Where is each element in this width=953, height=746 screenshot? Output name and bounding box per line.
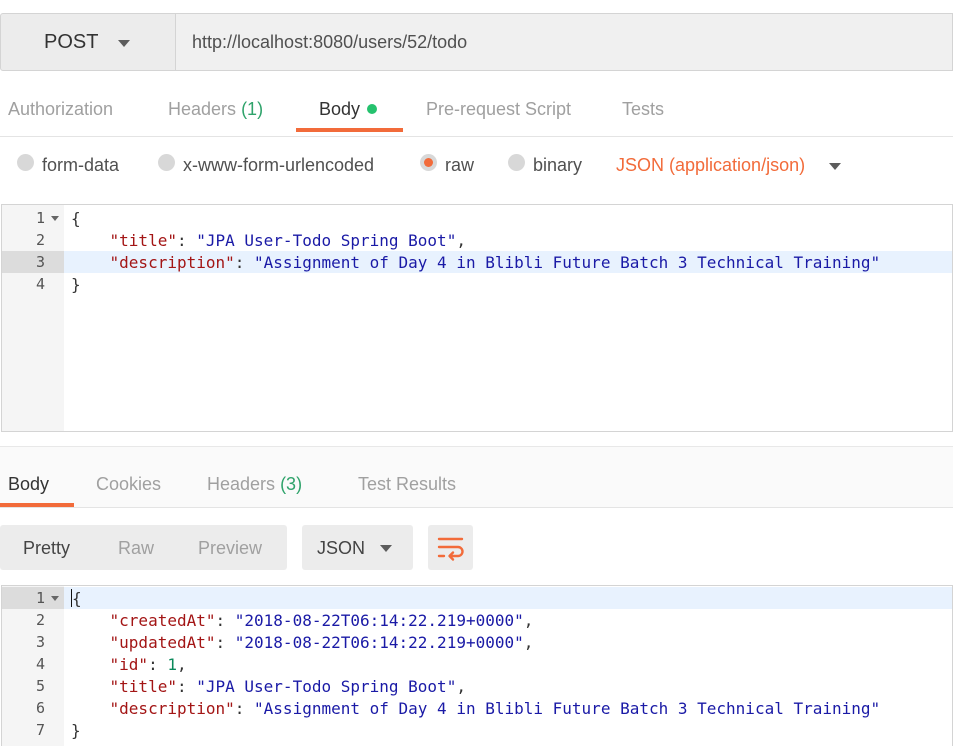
fold-arrow-icon[interactable] [51, 216, 59, 221]
url-input[interactable]: http://localhost:8080/users/52/todo [176, 13, 953, 71]
method-select[interactable]: POST [0, 13, 176, 71]
line-number: 6 [35, 699, 45, 717]
tab-test-results[interactable]: Test Results [358, 474, 456, 495]
code-text: "createdAt": "2018-08-22T06:14:22.219+00… [109, 611, 534, 630]
pretty-button[interactable]: Pretty [23, 538, 70, 559]
code-text: "description": "Assignment of Day 4 in B… [109, 253, 881, 272]
code-line: 5 "title": "JPA User-Todo Spring Boot", [2, 675, 952, 697]
tab-response-body[interactable]: Body [8, 474, 49, 495]
code-line: 2 "createdAt": "2018-08-22T06:14:22.219+… [2, 609, 952, 631]
code-text: { [71, 209, 81, 228]
tab-response-headers[interactable]: Headers (3) [207, 474, 302, 495]
tab-headers-count: (1) [241, 99, 264, 119]
code-line-active: 1 { [2, 587, 952, 609]
code-line: 4 "id": 1, [2, 653, 952, 675]
code-line: 2 "title": "JPA User-Todo Spring Boot", [2, 229, 952, 251]
radio-raw-label[interactable]: raw [445, 155, 474, 176]
wrap-lines-icon [437, 537, 464, 561]
chevron-down-icon [380, 545, 392, 552]
code-line: 4 } [2, 273, 952, 295]
radio-binary[interactable] [508, 154, 525, 171]
radio-form-data-label[interactable]: form-data [42, 155, 119, 176]
line-number: 2 [35, 231, 45, 249]
wrap-lines-button[interactable] [428, 525, 473, 570]
code-line-active: 3 "description": "Assignment of Day 4 in… [2, 251, 952, 273]
code-text: } [71, 275, 81, 294]
request-body-editor[interactable]: 1 { 2 "title": "JPA User-Todo Spring Boo… [1, 204, 953, 432]
code-text: "description": "Assignment of Day 4 in B… [109, 699, 881, 718]
line-number: 3 [35, 633, 45, 651]
tab-response-headers-count: (3) [280, 474, 303, 494]
code-text: "title": "JPA User-Todo Spring Boot", [109, 677, 466, 696]
response-tabbar: Body Cookies Headers (3) Test Results [0, 446, 953, 508]
code-line: 6 "description": "Assignment of Day 4 in… [2, 697, 952, 719]
active-tab-indicator [0, 503, 74, 507]
tab-body-label: Body [319, 99, 361, 119]
fold-arrow-icon[interactable] [51, 596, 59, 601]
request-tabbar: Authorization Headers (1) Body Pre-reque… [0, 84, 953, 137]
tab-response-headers-label: Headers [207, 474, 276, 494]
format-label: JSON [317, 538, 366, 558]
radio-urlencoded-label[interactable]: x-www-form-urlencoded [183, 155, 374, 176]
radio-binary-label[interactable]: binary [533, 155, 582, 176]
modified-dot-icon [367, 104, 378, 114]
code-line: 1 { [2, 207, 952, 229]
method-label: POST [44, 31, 99, 53]
radio-urlencoded[interactable] [158, 154, 175, 171]
tab-headers-label: Headers [168, 99, 237, 119]
tab-body[interactable]: Body [319, 99, 378, 120]
preview-button[interactable]: Preview [198, 538, 262, 559]
content-type-select[interactable]: JSON (application/json) [616, 155, 805, 176]
tab-headers[interactable]: Headers (1) [168, 99, 263, 120]
format-select[interactable]: JSON [302, 525, 413, 570]
line-number: 5 [35, 677, 45, 695]
radio-form-data[interactable] [17, 154, 34, 171]
code-text: "title": "JPA User-Todo Spring Boot", [109, 231, 466, 250]
code-text: } [71, 721, 81, 740]
radio-raw[interactable] [420, 154, 437, 171]
line-number: 4 [35, 275, 45, 293]
body-type-options: form-data x-www-form-urlencoded raw bina… [0, 150, 953, 184]
line-number: 3 [35, 253, 45, 271]
active-tab-indicator [296, 128, 403, 132]
view-mode-segmented: Pretty Raw Preview [0, 525, 287, 570]
url-text: http://localhost:8080/users/52/todo [192, 32, 468, 52]
line-number: 4 [35, 655, 45, 673]
line-number: 1 [35, 589, 45, 607]
tab-authorization[interactable]: Authorization [8, 99, 113, 120]
tab-tests[interactable]: Tests [622, 99, 664, 120]
response-body-viewer[interactable]: 1 { 2 "createdAt": "2018-08-22T06:14:22.… [1, 585, 953, 746]
code-line: 3 "updatedAt": "2018-08-22T06:14:22.219+… [2, 631, 952, 653]
line-number: 7 [35, 721, 45, 739]
code-text: { [71, 589, 82, 608]
line-number: 1 [35, 209, 45, 227]
chevron-down-icon [118, 40, 130, 47]
chevron-down-icon[interactable] [829, 163, 841, 170]
code-line: 7 } [2, 719, 952, 741]
code-text: "id": 1, [109, 655, 187, 674]
raw-button[interactable]: Raw [118, 538, 154, 559]
code-text: "updatedAt": "2018-08-22T06:14:22.219+00… [109, 633, 534, 652]
line-number: 2 [35, 611, 45, 629]
tab-cookies[interactable]: Cookies [96, 474, 161, 495]
tab-pre-request-script[interactable]: Pre-request Script [426, 99, 571, 120]
